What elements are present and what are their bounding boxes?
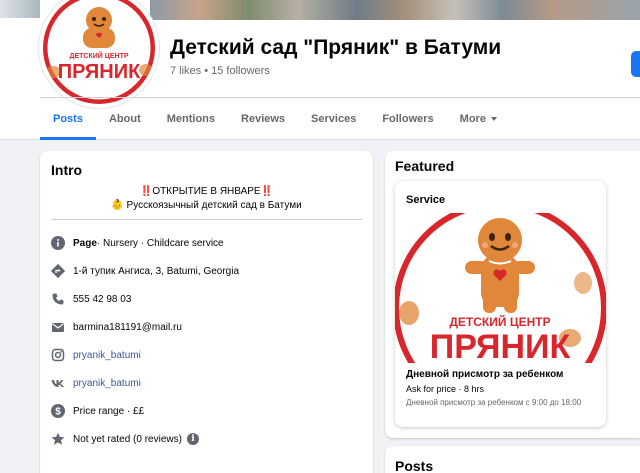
instagram-row[interactable]: pryanik_batumi — [51, 345, 141, 365]
price-row: $ Price range · ££ — [51, 401, 144, 421]
page-category-row: Page · Nursery · Childcare service — [51, 233, 224, 253]
address-row[interactable]: 1-й тупик Ангиса, 3, Batumi, Georgia — [51, 261, 239, 281]
tab-followers[interactable]: Followers — [369, 98, 446, 140]
star-icon — [51, 432, 65, 446]
vk-link[interactable]: pryanik_batumi — [73, 378, 141, 389]
bio-divider — [51, 219, 362, 220]
email-text: barmina181191@mail.ru — [73, 321, 182, 333]
price-range-text: Price range · ££ — [73, 405, 145, 417]
rating-text: Not yet rated (0 reviews) — [73, 433, 182, 445]
bio-line-1: ‼️ОТКРЫТИЕ В ЯНВАРЕ‼️ — [139, 186, 274, 197]
posts-title: Posts — [395, 458, 434, 473]
svg-text:ДЕТСКИЙ ЦЕНТР: ДЕТСКИЙ ЦЕНТР — [69, 51, 128, 60]
featured-title: Featured — [395, 158, 455, 174]
service-label: Service — [406, 194, 446, 206]
intro-card: Intro ‼️ОТКРЫТИЕ В ЯНВАРЕ‼️ 👶 Русскоязыч… — [40, 151, 373, 473]
tab-more[interactable]: More — [447, 98, 510, 140]
page-category: · Nursery · Childcare service — [96, 237, 224, 249]
mail-icon — [51, 320, 65, 334]
rating-info-icon[interactable]: i — [186, 433, 199, 445]
email-row[interactable]: barmina181191@mail.ru — [51, 317, 182, 337]
directions-icon — [51, 264, 65, 278]
page-title: Детский сад "Пряник" в Батуми — [170, 36, 502, 59]
address-text: 1-й тупик Ангиса, 3, Batumi, Georgia — [73, 265, 240, 277]
tab-services[interactable]: Services — [298, 98, 369, 140]
phone-text: 555 42 98 03 — [73, 293, 132, 305]
svg-text:ПРЯНИК: ПРЯНИК — [58, 61, 141, 83]
info-icon — [51, 236, 65, 250]
tab-posts[interactable]: Posts — [40, 98, 96, 140]
service-description: Дневной присмотр за ребенком с 9:00 до 1… — [406, 398, 582, 407]
service-price: Ask for price · 8 hrs — [406, 384, 485, 394]
profile-avatar[interactable]: ДЕТСКИЙ ЦЕНТР ПРЯНИК — [39, 0, 159, 108]
phone-icon — [51, 292, 65, 306]
page-label: Page — [73, 237, 97, 249]
vk-row[interactable]: pryanik_batumi — [51, 373, 141, 393]
instagram-icon — [51, 348, 65, 362]
intro-title: Intro — [51, 162, 83, 178]
rating-row: Not yet rated (0 reviews) i — [51, 429, 199, 449]
instagram-link[interactable]: pryanik_batumi — [73, 350, 141, 361]
bio-line-2: 👶 Русскоязычный детский сад в Батуми — [111, 200, 302, 211]
posts-section: Posts — [385, 446, 640, 473]
featured-section: Featured Service ДЕТСКИЙ ЦЕНТР ПРЯНИК Дн… — [385, 151, 640, 438]
service-image: ДЕТСКИЙ ЦЕНТР ПРЯНИК — [395, 213, 606, 363]
dollar-icon: $ — [51, 404, 65, 418]
featured-service-card[interactable]: Service ДЕТСКИЙ ЦЕНТР ПРЯНИК Дневной при… — [395, 181, 606, 427]
svg-text:ДЕТСКИЙ ЦЕНТР: ДЕТСКИЙ ЦЕНТР — [449, 314, 550, 329]
page-stats[interactable]: 7 likes • 15 followers — [170, 65, 270, 77]
svg-text:ПРЯНИК: ПРЯНИК — [430, 328, 571, 363]
tab-more-label: More — [459, 113, 486, 125]
service-name: Дневной присмотр за ребенком — [406, 369, 564, 380]
tab-mentions[interactable]: Mentions — [154, 98, 228, 140]
phone-row[interactable]: 555 42 98 03 — [51, 289, 131, 309]
svg-text:$: $ — [55, 407, 61, 418]
primary-action-button[interactable] — [631, 51, 640, 77]
page-header: ДЕТСКИЙ ЦЕНТР ПРЯНИК Детский сад "Пряник… — [0, 0, 640, 140]
cover-photo-left — [0, 0, 40, 18]
page-tabs: Posts About Mentions Reviews Services Fo… — [40, 98, 510, 140]
chevron-down-icon — [490, 117, 497, 122]
tab-reviews[interactable]: Reviews — [228, 98, 298, 140]
pryanik-logo: ДЕТСКИЙ ЦЕНТР ПРЯНИК — [43, 0, 155, 104]
tab-about[interactable]: About — [96, 98, 154, 140]
vk-icon — [51, 376, 65, 390]
cover-photo-strip — [150, 0, 640, 20]
pryanik-logo-large: ДЕТСКИЙ ЦЕНТР ПРЯНИК — [395, 213, 606, 363]
